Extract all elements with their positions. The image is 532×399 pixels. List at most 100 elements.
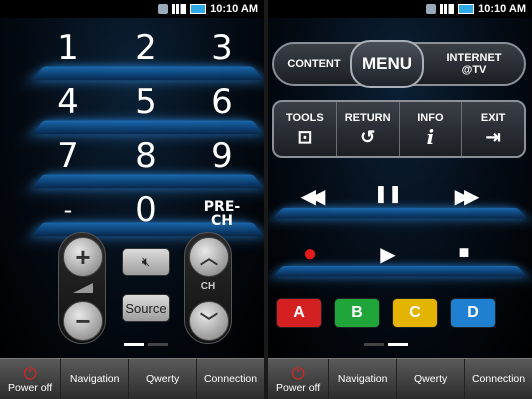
internet-tv-button[interactable]: INTERNET @TV <box>424 44 524 84</box>
key-3[interactable]: 3 <box>182 28 262 68</box>
menu-button[interactable]: MENU <box>350 40 424 88</box>
info-button-label: INFO <box>417 112 444 124</box>
key-6[interactable]: 6 <box>182 82 262 122</box>
return-icon: ↺ <box>360 127 376 147</box>
record-button[interactable]: ● <box>290 240 330 268</box>
tab-qwerty[interactable]: Qwerty <box>397 359 466 399</box>
color-button-a[interactable]: A <box>276 298 322 328</box>
key-highlight <box>32 120 264 135</box>
pause-button[interactable]: ❚❚ <box>368 184 408 204</box>
volume-rocker: + − <box>58 232 106 344</box>
exit-icon: ⇥ <box>485 127 501 147</box>
key-9[interactable]: 9 <box>182 136 262 176</box>
prech-key[interactable]: PRE- CH <box>182 190 262 228</box>
usb-icon <box>158 4 169 14</box>
key-5[interactable]: 5 <box>106 82 186 122</box>
menu-control-area: CONTENT MENU INTERNET @TV TOOLS ⊡ RETURN… <box>268 18 532 358</box>
channel-rocker: ︿ CH ﹀ <box>184 232 232 344</box>
number-pad-area: 1 2 3 4 5 6 7 8 9 - 0 PRE- CH + − 🔇︎ Sou… <box>0 18 264 358</box>
status-time: 10:10 AM <box>478 3 526 15</box>
play-button[interactable]: ▶ <box>368 242 408 267</box>
top-button-group: CONTENT MENU INTERNET @TV <box>272 40 526 88</box>
internet-label: INTERNET <box>446 52 502 64</box>
signal-icon <box>440 4 455 14</box>
tools-button[interactable]: TOOLS ⊡ <box>274 102 337 156</box>
page-indicator <box>124 343 168 346</box>
battery-icon <box>190 4 207 14</box>
power-off-label: Power off <box>276 381 321 394</box>
key-7[interactable]: 7 <box>28 136 108 176</box>
tab-connection[interactable]: Connection <box>465 359 532 399</box>
color-button-d[interactable]: D <box>450 298 496 328</box>
key-1[interactable]: 1 <box>28 28 108 68</box>
power-off-button[interactable]: ⏻ Power off <box>268 359 330 399</box>
stop-button[interactable]: ■ <box>444 242 484 263</box>
panel-divider <box>264 0 268 399</box>
number-row-1: 1 2 3 <box>0 28 264 81</box>
internet-tv-label: @TV <box>461 64 487 76</box>
volume-up-button[interactable]: + <box>63 237 103 277</box>
tools-button-group: TOOLS ⊡ RETURN ↺ INFO i EXIT ⇥ <box>272 100 526 158</box>
key-0[interactable]: 0 <box>106 190 186 230</box>
battery-icon <box>458 4 475 14</box>
color-button-b[interactable]: B <box>334 298 380 328</box>
menu-remote-panel: 10:10 AM CONTENT MENU INTERNET @TV TOOLS… <box>268 0 532 399</box>
signal-icon <box>172 4 187 14</box>
status-bar: 10:10 AM <box>0 0 264 18</box>
tab-qwerty[interactable]: Qwerty <box>129 359 198 399</box>
power-icon: ⏻ <box>23 363 37 383</box>
info-icon: i <box>426 125 435 149</box>
page-indicator <box>364 343 408 346</box>
mute-button[interactable]: 🔇︎ <box>122 248 170 276</box>
key-2[interactable]: 2 <box>106 28 186 68</box>
volume-level-icon <box>73 283 93 293</box>
page-dot-active <box>124 343 144 346</box>
exit-button-label: EXIT <box>480 112 506 124</box>
mute-icon: 🔇︎ <box>141 254 151 269</box>
number-row-2: 4 5 6 <box>0 82 264 135</box>
key-highlight <box>32 66 264 81</box>
info-button[interactable]: INFO i <box>400 102 463 156</box>
volume-down-button[interactable]: − <box>63 301 103 341</box>
rewind-button[interactable]: ◀◀ <box>290 184 330 209</box>
media-highlight <box>273 207 527 219</box>
bottom-tab-bar: ⏻ Power off Navigation Qwerty Connection <box>0 358 264 399</box>
key-highlight <box>32 174 264 189</box>
number-row-4: - 0 PRE- CH <box>0 190 264 240</box>
fast-forward-button[interactable]: ▶▶ <box>444 184 484 209</box>
return-button[interactable]: RETURN ↺ <box>337 102 400 156</box>
playback-row-2: ● ▶ ■ <box>268 238 532 277</box>
dash-key[interactable]: - <box>28 190 108 224</box>
power-icon: ⏻ <box>291 363 305 383</box>
status-time: 10:10 AM <box>210 3 258 15</box>
usb-icon <box>426 4 437 14</box>
number-remote-panel: 10:10 AM 1 2 3 4 5 6 7 8 9 - 0 PRE- CH +… <box>0 0 264 399</box>
key-4[interactable]: 4 <box>28 82 108 122</box>
page-dot-active <box>388 343 408 346</box>
power-off-label: Power off <box>8 381 53 394</box>
tools-button-label: TOOLS <box>286 112 324 124</box>
tab-navigation[interactable]: Navigation <box>329 359 398 399</box>
number-row-3: 7 8 9 <box>0 136 264 189</box>
tab-navigation[interactable]: Navigation <box>61 359 130 399</box>
prech-label-line1: PRE- <box>203 199 241 215</box>
status-bar: 10:10 AM <box>268 0 532 18</box>
color-button-c[interactable]: C <box>392 298 438 328</box>
bottom-tab-bar: ⏻ Power off Navigation Qwerty Connection <box>268 358 532 399</box>
playback-row-1: ◀◀ ❚❚ ▶▶ <box>268 180 532 219</box>
page-dot <box>364 343 384 346</box>
exit-button[interactable]: EXIT ⇥ <box>462 102 524 156</box>
channel-up-button[interactable]: ︿ <box>189 237 229 277</box>
tools-icon: ⊡ <box>297 127 313 147</box>
channel-down-button[interactable]: ﹀ <box>189 301 229 341</box>
tab-connection[interactable]: Connection <box>197 359 264 399</box>
chevron-up-icon: ︿ <box>200 248 218 268</box>
prech-label-line2: CH <box>211 213 233 229</box>
chevron-down-icon: ﹀ <box>200 312 218 332</box>
power-off-button[interactable]: ⏻ Power off <box>0 359 62 399</box>
page-dot <box>148 343 168 346</box>
key-8[interactable]: 8 <box>106 136 186 176</box>
return-button-label: RETURN <box>344 112 391 124</box>
source-button[interactable]: Source <box>122 294 170 322</box>
content-button[interactable]: CONTENT <box>278 44 350 84</box>
